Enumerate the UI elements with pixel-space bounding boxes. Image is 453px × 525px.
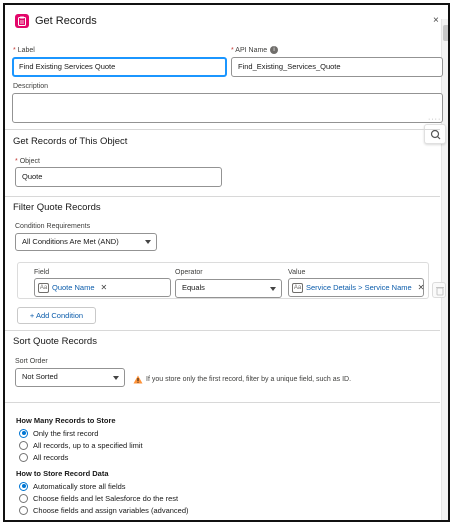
radio-choose-fields-auto[interactable]: Choose fields and let Salesforce do the … bbox=[19, 493, 178, 503]
radio-icon bbox=[19, 440, 28, 450]
condition-requirements-select[interactable]: All Conditions Are Met (AND) bbox=[15, 233, 157, 251]
object-section-title: Get Records of This Object bbox=[13, 136, 128, 147]
search-button[interactable] bbox=[424, 124, 446, 144]
radio-label: Automatically store all fields bbox=[33, 481, 126, 491]
get-records-icon bbox=[15, 14, 29, 28]
delete-condition-button[interactable] bbox=[432, 282, 446, 298]
operator-column-header: Operator bbox=[175, 269, 203, 276]
operator-value: Equals bbox=[182, 283, 205, 292]
radio-label: All records, up to a specified limit bbox=[33, 440, 143, 450]
chevron-down-icon bbox=[113, 376, 119, 380]
label-input[interactable]: Find Existing Services Quote bbox=[12, 57, 227, 77]
label-field-label: * Label bbox=[13, 47, 35, 54]
field-pill-label: Quote Name bbox=[52, 283, 95, 292]
object-label: * Object bbox=[15, 158, 40, 165]
sort-section-title: Sort Quote Records bbox=[13, 336, 97, 347]
api-name-input[interactable]: Find_Existing_Services_Quote bbox=[231, 57, 443, 77]
sort-order-select[interactable]: Not Sorted bbox=[15, 368, 125, 387]
radio-only-first[interactable]: Only the first record bbox=[19, 428, 98, 438]
sort-order-label: Sort Order bbox=[15, 358, 48, 365]
condition-requirements-value: All Conditions Are Met (AND) bbox=[22, 237, 119, 246]
more-icon[interactable]: ···· bbox=[428, 116, 441, 123]
radio-label: All records bbox=[33, 452, 69, 462]
remove-icon[interactable]: ✕ bbox=[418, 283, 425, 292]
search-icon bbox=[430, 129, 441, 140]
condition-requirements-label: Condition Requirements bbox=[15, 223, 91, 230]
radio-selected-icon bbox=[19, 481, 28, 491]
text-field-icon: Aa bbox=[38, 282, 49, 293]
description-textarea[interactable] bbox=[12, 93, 443, 123]
sort-order-value: Not Sorted bbox=[22, 372, 58, 381]
radio-label: Choose fields and assign variables (adva… bbox=[33, 505, 189, 515]
panel-title: Get Records bbox=[35, 15, 97, 27]
filter-section-title: Filter Quote Records bbox=[13, 202, 101, 213]
value-input[interactable]: Aa Service Details > Service Name ✕ bbox=[288, 278, 424, 297]
get-records-panel: Get Records × * Label Find Existing Serv… bbox=[3, 3, 450, 522]
operator-select[interactable]: Equals bbox=[175, 279, 282, 298]
radio-label: Choose fields and let Salesforce do the … bbox=[33, 493, 179, 503]
remove-icon[interactable]: ✕ bbox=[101, 283, 108, 292]
radio-choose-fields-variables[interactable]: Choose fields and assign variables (adva… bbox=[19, 505, 189, 515]
close-icon[interactable]: × bbox=[433, 14, 439, 28]
scrollbar-thumb[interactable] bbox=[443, 25, 448, 41]
divider bbox=[5, 129, 440, 130]
add-condition-button[interactable]: + Add Condition bbox=[17, 307, 96, 324]
radio-icon bbox=[19, 493, 28, 503]
field-pill: Aa Quote Name ✕ bbox=[38, 281, 107, 294]
value-pill: Aa Service Details > Service Name ✕ bbox=[292, 281, 424, 294]
radio-selected-icon bbox=[19, 428, 28, 438]
sort-warning-text: If you store only the first record, filt… bbox=[146, 376, 352, 383]
field-column-header: Field bbox=[34, 269, 50, 276]
text-field-icon: Aa bbox=[292, 282, 303, 293]
divider bbox=[5, 196, 440, 197]
radio-auto-store[interactable]: Automatically store all fields bbox=[19, 481, 126, 491]
api-name-label: * API Name bbox=[231, 47, 268, 54]
how-to-store-title: How to Store Record Data bbox=[16, 469, 109, 478]
radio-icon bbox=[19, 505, 28, 515]
value-pill-label: Service Details > Service Name bbox=[306, 283, 412, 292]
divider bbox=[5, 402, 440, 403]
divider bbox=[5, 330, 440, 331]
description-label: Description bbox=[13, 83, 49, 90]
value-column-header: Value bbox=[288, 269, 306, 276]
trash-icon bbox=[436, 287, 444, 296]
radio-icon bbox=[19, 452, 28, 462]
radio-all-with-limit[interactable]: All records, up to a specified limit bbox=[19, 440, 143, 450]
warning-icon bbox=[133, 375, 143, 386]
radio-all-records[interactable]: All records bbox=[19, 452, 68, 462]
how-many-title: How Many Records to Store bbox=[16, 416, 116, 425]
info-icon[interactable]: i bbox=[270, 46, 278, 54]
radio-label: Only the first record bbox=[33, 428, 99, 438]
field-input[interactable]: Aa Quote Name ✕ bbox=[34, 278, 171, 297]
chevron-down-icon bbox=[270, 287, 276, 291]
chevron-down-icon bbox=[145, 240, 151, 244]
object-input[interactable]: Quote bbox=[15, 167, 222, 187]
